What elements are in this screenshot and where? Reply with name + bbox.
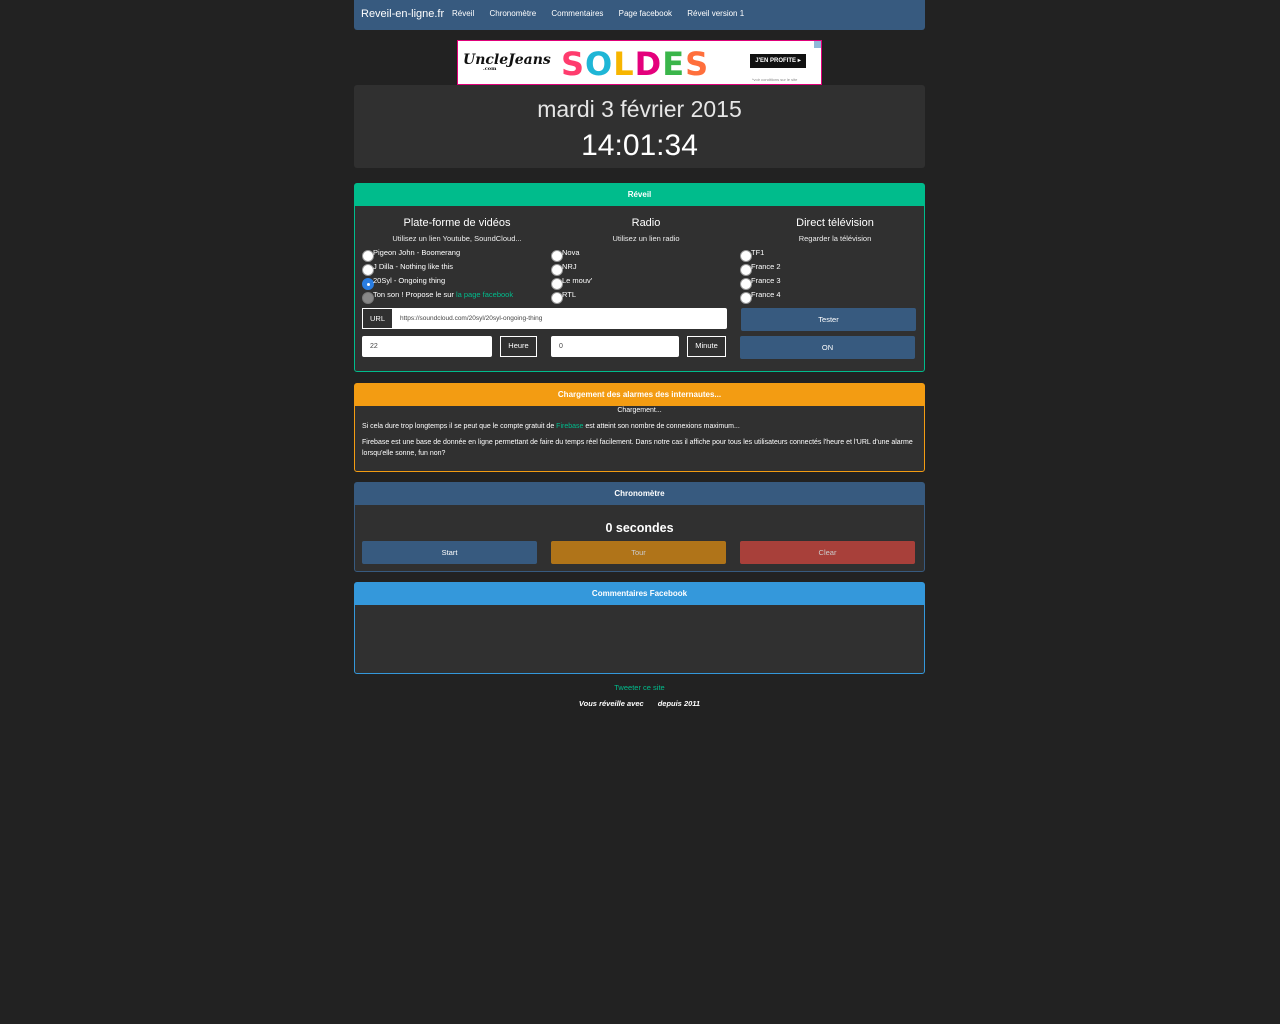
tv-column: Direct télévision Regarder la télévision [740,217,930,243]
radio-heading: Radio [631,217,661,229]
ad-headline-letter: E [662,45,686,83]
navbar: Reveil-en-ligne.fr Réveil Chronomètre Co… [354,0,925,30]
ad-headline-letter: D [634,45,663,83]
alarms-panel-title: Chargement des alarmes des internautes..… [355,384,924,406]
footer-tweet: Tweeter ce site [354,683,925,692]
videos-heading: Plate-forme de vidéos [403,217,511,229]
ad-banner[interactable]: UncleJeans .com SOLDES J'EN PROFITE ▸ *vo… [457,40,822,85]
tv-option-label: France 2 [751,262,781,271]
nav-link-chronometre[interactable]: Chronomètre [489,9,536,18]
alarms-loading: Chargement... [617,407,662,414]
test-button[interactable]: Tester [741,308,916,331]
alarms-panel: Chargement des alarmes des internautes..… [354,383,925,472]
footer-since: Vous réveille avec depuis 2011 [354,699,925,708]
videos-subtitle: Utilisez un lien Youtube, SoundCloud... [392,234,522,243]
hour-input[interactable]: 22 [362,336,492,357]
ad-headline-letter: S [561,45,586,83]
radio-option-label: RTL [562,290,577,299]
ad-conditions: *voir conditions sur le site [752,77,798,82]
tv-heading: Direct télévision [796,217,874,229]
firebase-link[interactable]: Firebase [556,423,583,430]
ad-logo: UncleJeans .com [463,52,551,72]
ad-headline-letter: O [585,45,614,83]
nav-link-commentaires[interactable]: Commentaires [551,9,603,18]
minute-input[interactable]: 0 [551,336,679,357]
url-input-group: URL https://soundcloud.com/20syl/20syl-o… [362,308,727,329]
footer-since-year: depuis 2011 [657,699,701,708]
chrono-panel: Chronomètre 0 secondes Start Tour Clear [354,482,925,572]
radio-option-label: NRJ [562,262,577,271]
alarms-description: Firebase est une base de donnée en ligne… [362,439,913,457]
video-option-label: 20Syl - Ongoing thing [373,276,446,285]
video-option-label: Pigeon John - Boomerang [373,248,461,257]
chrono-value: 0 secondes [605,521,674,535]
tv-option-label: France 4 [751,290,781,299]
url-label: URL [362,308,393,329]
videos-column: Plate-forme de vidéos Utilisez un lien Y… [362,217,552,243]
radio-option-label: Le mouv' [562,276,593,285]
video-option-label: Ton son ! Propose le sur la page faceboo… [373,290,513,299]
ad-logo-text: UncleJeans [463,52,551,68]
nav-link-reveil[interactable]: Réveil [452,9,474,18]
tweet-link[interactable]: Tweeter ce site [614,683,664,692]
ad-headline-letter: S [685,45,710,83]
brand-link[interactable]: Reveil-en-ligne.fr [361,8,444,20]
tv-option-label: France 3 [751,276,781,285]
radio-subtitle: Utilisez un lien radio [612,234,680,243]
hour-label: Heure [500,336,537,357]
current-date: mardi 3 février 2015 [537,96,742,122]
chrono-panel-title: Chronomètre [355,483,924,505]
reveil-panel-title: Réveil [355,184,924,206]
radio-option-label: Nova [562,248,580,257]
nav-link-page-facebook[interactable]: Page facebook [619,9,672,18]
ad-cta-button[interactable]: J'EN PROFITE ▸ [750,54,806,68]
propose-text: Ton son ! Propose le sur [373,290,456,299]
reveil-panel: Réveil Plate-forme de vidéos Utilisez un… [354,183,925,372]
minute-label: Minute [687,336,726,357]
nav-links: Réveil Chronomètre Commentaires Page fac… [452,9,757,18]
comments-panel-title: Commentaires Facebook [355,583,924,605]
current-time: 14:01:34 [581,129,698,162]
nav-link-reveil-v1[interactable]: Réveil version 1 [687,9,744,18]
ad-headline-letter: L [613,45,635,83]
adchoices-icon[interactable] [814,41,821,48]
video-option-label: J Dilla - Nothing like this [373,262,454,271]
alarms-warning-text: Si cela dure trop longtemps il se peut q… [362,423,557,430]
chrono-start-button[interactable]: Start [362,541,537,564]
url-input[interactable]: https://soundcloud.com/20syl/20syl-ongoi… [393,308,727,329]
ad-headline: SOLDES [561,45,709,83]
chrono-lap-button[interactable]: Tour [551,541,726,564]
alarms-warning-text-end: est atteint son nombre de connexions max… [583,423,740,430]
radio-column: Radio Utilisez un lien radio [551,217,741,243]
footer-since-text: Vous réveille avec [578,699,644,708]
chrono-clear-button[interactable]: Clear [740,541,915,564]
comments-panel: Commentaires Facebook [354,582,925,674]
clock-panel: mardi 3 février 2015 14:01:34 [354,85,925,168]
tv-option-label: TF1 [751,248,765,257]
alarm-on-button[interactable]: ON [740,336,915,359]
facebook-page-link[interactable]: la page facebook [456,290,513,299]
alarms-warning: Si cela dure trop longtemps il se peut q… [362,421,917,432]
tv-subtitle: Regarder la télévision [798,234,872,243]
